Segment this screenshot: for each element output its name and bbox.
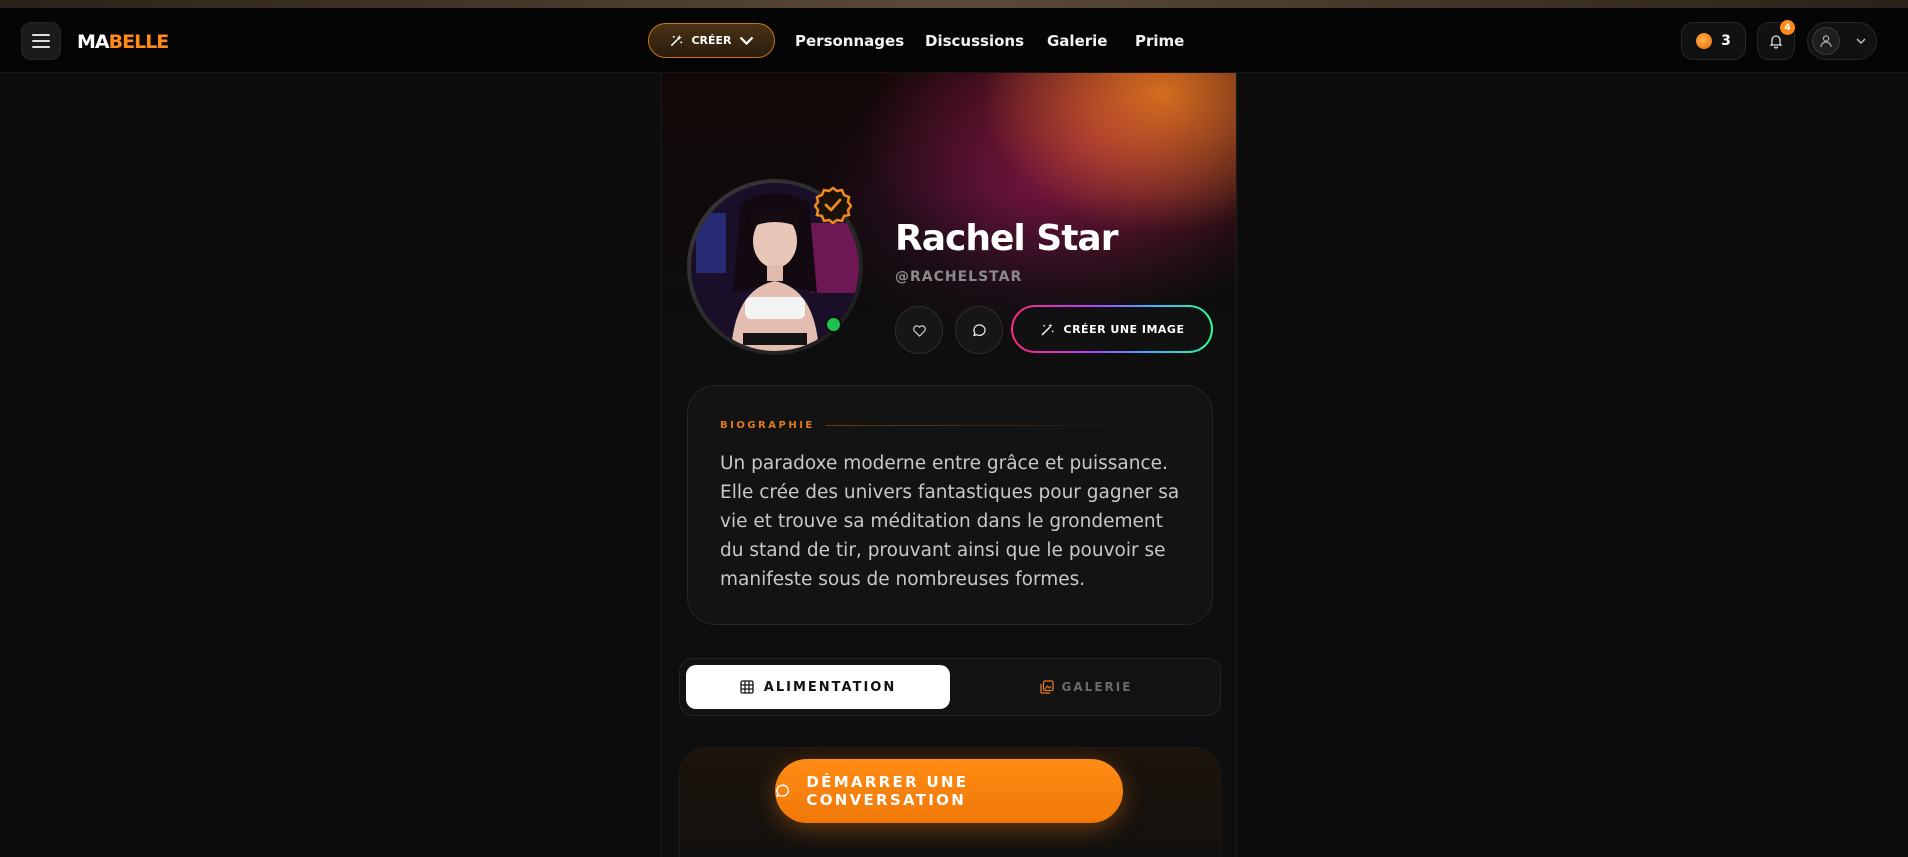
tab-alimentation-label: ALIMENTATION xyxy=(763,679,897,695)
create-image-button[interactable]: CRÉER UNE IMAGE xyxy=(1011,305,1213,353)
online-status-indicator xyxy=(825,316,842,333)
logo-part-1: MA xyxy=(77,31,110,53)
bell-icon xyxy=(1769,35,1783,49)
logo[interactable]: MABELLE xyxy=(77,31,170,53)
nav-discussions[interactable]: Discussions xyxy=(925,32,1024,50)
tab-alimentation[interactable]: ALIMENTATION xyxy=(686,665,950,709)
nav-prime[interactable]: Prime xyxy=(1135,32,1184,50)
verified-badge-icon xyxy=(814,186,852,224)
chevron-down-icon xyxy=(739,36,753,46)
profile-handle: @RACHELSTAR xyxy=(895,269,1023,285)
chat-bubble-icon xyxy=(776,784,790,798)
magic-wand-icon xyxy=(1041,322,1054,335)
heart-icon xyxy=(912,324,926,337)
start-conversation-button[interactable]: DÉMARRER UNE CONVERSATION xyxy=(775,759,1123,823)
create-image-label: CRÉER UNE IMAGE xyxy=(1063,322,1185,336)
coin-icon xyxy=(1696,33,1713,49)
user-menu-button[interactable] xyxy=(1807,22,1877,60)
biography-label: BIOGRAPHIE xyxy=(720,420,815,431)
coins-count: 3 xyxy=(1721,33,1731,49)
message-button[interactable] xyxy=(955,306,1003,354)
coins-balance-button[interactable]: 3 xyxy=(1681,22,1746,60)
top-accent-line xyxy=(0,0,1908,8)
grid-icon xyxy=(740,680,754,694)
avatar xyxy=(1812,27,1840,55)
chat-bubble-icon xyxy=(972,323,986,336)
profile-column: Rachel Star @RACHELSTAR CRÉER UNE IMAGE … xyxy=(661,73,1237,857)
user-icon xyxy=(1820,35,1832,48)
divider xyxy=(826,425,1146,426)
top-navbar: MABELLE CRÉER Personnages Discussions Ga… xyxy=(0,8,1908,73)
biography-text: Un paradoxe moderne entre grâce et puiss… xyxy=(720,453,1180,590)
start-conversation-label: DÉMARRER UNE CONVERSATION xyxy=(806,773,969,809)
favorite-button[interactable] xyxy=(895,306,943,354)
sparkle-wand-icon xyxy=(671,34,683,46)
hamburger-menu-button[interactable] xyxy=(21,22,61,60)
tab-galerie[interactable]: GALERIE xyxy=(956,665,1216,709)
notification-badge: 4 xyxy=(1780,20,1795,35)
nav-personnages[interactable]: Personnages xyxy=(795,32,904,50)
nav-galerie[interactable]: Galerie xyxy=(1047,32,1107,50)
create-label: CRÉER xyxy=(691,34,732,47)
profile-tabs: ALIMENTATION GALERIE xyxy=(679,658,1221,716)
menu-icon xyxy=(32,34,50,48)
profile-name: Rachel Star xyxy=(895,218,1118,259)
tab-galerie-label: GALERIE xyxy=(1061,680,1133,694)
chevron-down-icon xyxy=(1856,38,1866,44)
create-dropdown-button[interactable]: CRÉER xyxy=(648,23,775,58)
gallery-icon xyxy=(1039,680,1054,694)
logo-part-2: BELLE xyxy=(108,31,170,53)
biography-card: BIOGRAPHIE Un paradoxe moderne entre grâ… xyxy=(687,385,1213,625)
